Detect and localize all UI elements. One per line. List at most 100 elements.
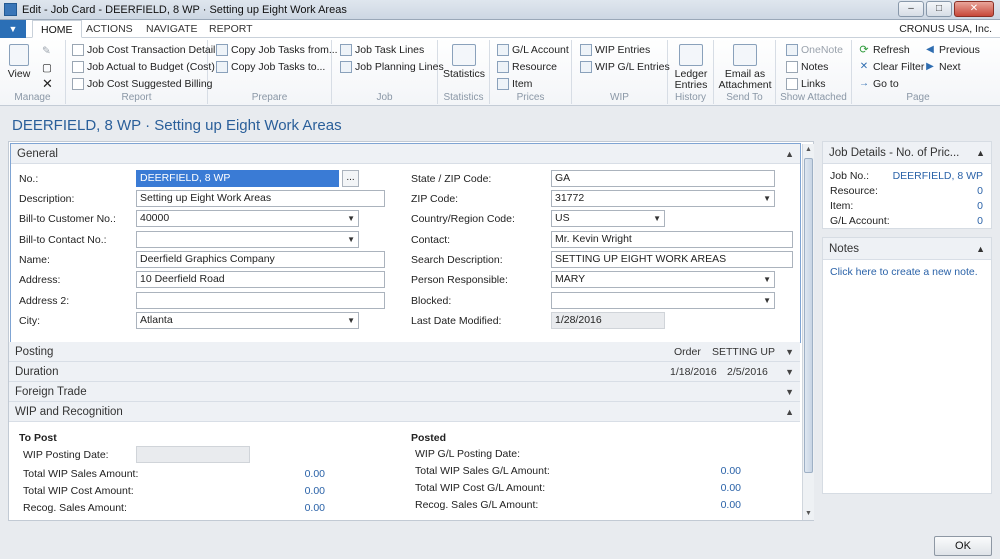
factbox-gl-account-value[interactable]: 0 xyxy=(977,214,983,229)
next-button[interactable]: ▶ Next xyxy=(924,59,960,74)
statistics-button[interactable]: Statistics xyxy=(442,44,486,80)
copy-job-tasks-from-button[interactable]: Copy Job Tasks from... xyxy=(216,42,338,57)
group-manage: View ✎ ▢ ✕ Manage xyxy=(0,40,66,104)
wip-entries-button[interactable]: WIP Entries xyxy=(580,42,650,57)
app-menu-button[interactable]: ▼ xyxy=(0,20,26,38)
recog-sales-gl-label: Recog. Sales G/L Amount: xyxy=(415,499,539,511)
person-responsible-value: MARY xyxy=(555,273,586,285)
scroll-down-icon[interactable]: ▼ xyxy=(803,508,814,520)
factbox-job-no-value[interactable]: DEERFIELD, 8 WP xyxy=(893,169,983,184)
assist-edit-button[interactable]: ... xyxy=(342,170,359,187)
view-button[interactable]: View xyxy=(6,44,32,80)
dropdown-icon[interactable]: ▼ xyxy=(763,293,771,308)
dropdown-icon[interactable]: ▼ xyxy=(347,232,355,247)
delete-icon[interactable]: ✕ xyxy=(42,76,53,91)
scroll-up-icon[interactable]: ▲ xyxy=(803,144,814,156)
foreign-trade-header[interactable]: Foreign Trade ▼ xyxy=(9,382,800,402)
blocked-field[interactable]: ▼ xyxy=(551,292,775,309)
wip-recognition-header[interactable]: WIP and Recognition ▲ xyxy=(9,402,800,422)
job-cost-transaction-detail-button[interactable]: Job Cost Transaction Detail xyxy=(72,42,215,57)
tab-navigate[interactable]: NAVIGATE xyxy=(138,20,206,38)
go-to-button[interactable]: → Go to xyxy=(858,76,899,91)
total-wip-sales-gl-value[interactable]: 0.00 xyxy=(696,465,741,477)
duration-start-date: 1/18/2016 xyxy=(670,366,717,378)
dropdown-icon[interactable]: ▼ xyxy=(763,272,771,287)
total-wip-sales-value[interactable]: 0.00 xyxy=(280,468,325,480)
general-header[interactable]: General ▲ xyxy=(11,144,800,164)
job-cost-suggested-billing-button[interactable]: Job Cost Suggested Billing xyxy=(72,76,213,91)
tab-report[interactable]: REPORT xyxy=(201,20,261,38)
bill-to-customer-label: Bill-to Customer No.: xyxy=(19,213,116,225)
wip-recognition-label: WIP and Recognition xyxy=(15,406,123,418)
bill-to-contact-field[interactable]: ▼ xyxy=(136,231,359,248)
dropdown-icon[interactable]: ▼ xyxy=(347,313,355,328)
job-actual-to-budget-button[interactable]: Job Actual to Budget (Cost) xyxy=(72,59,215,74)
job-planning-lines-button[interactable]: Job Planning Lines xyxy=(340,59,444,74)
scrollbar-thumb[interactable] xyxy=(804,158,813,473)
create-note-link[interactable]: Click here to create a new note. xyxy=(823,260,991,284)
prices-resource-button[interactable]: Resource xyxy=(497,59,557,74)
clear-filter-button[interactable]: ✕ Clear Filter xyxy=(858,59,925,74)
city-field[interactable]: Atlanta ▼ xyxy=(136,312,359,329)
links-button[interactable]: Links xyxy=(786,76,826,91)
duration-header[interactable]: Duration 1/18/2016 2/5/2016 ▼ xyxy=(9,362,800,382)
group-prepare: Copy Job Tasks from... Copy Job Tasks to… xyxy=(208,40,338,104)
factbox-resource-value[interactable]: 0 xyxy=(977,184,983,199)
prices-gl-account-button[interactable]: G/L Account xyxy=(497,42,569,57)
job-details-header[interactable]: Job Details - No. of Pric... ▲ xyxy=(823,142,991,164)
factbox-item-value[interactable]: 0 xyxy=(977,199,983,214)
bill-to-customer-field[interactable]: 40000 ▼ xyxy=(136,210,359,227)
email-as-attachment-button[interactable]: Email as Attachment xyxy=(717,44,773,91)
page-item-label: Clear Filter xyxy=(873,60,925,73)
wip-gl-entries-button[interactable]: WIP G/L Entries xyxy=(580,59,670,74)
report-icon xyxy=(72,43,84,56)
zip-code-field[interactable]: 31772 ▼ xyxy=(551,190,775,207)
total-wip-cost-gl-value[interactable]: 0.00 xyxy=(696,482,741,494)
page-title: DEERFIELD, 8 WP · Setting up Eight Work … xyxy=(12,117,342,134)
to-post-header: To Post xyxy=(19,432,57,444)
tab-actions[interactable]: ACTIONS xyxy=(78,20,141,38)
ledger-entries-button[interactable]: Ledger Entries xyxy=(671,44,711,91)
notes-header[interactable]: Notes ▲ xyxy=(823,238,991,260)
dropdown-icon[interactable]: ▼ xyxy=(763,191,771,206)
recog-sales-gl-value[interactable]: 0.00 xyxy=(696,499,741,511)
dropdown-icon[interactable]: ▼ xyxy=(653,211,661,226)
country-region-field[interactable]: US ▼ xyxy=(551,210,665,227)
expand-icon: ▼ xyxy=(785,347,794,357)
group-history: Ledger Entries History xyxy=(668,40,714,104)
contact-field[interactable]: Mr. Kevin Wright xyxy=(551,231,793,248)
prices-item-button[interactable]: Item xyxy=(497,76,532,91)
description-field[interactable]: Setting up Eight Work Areas xyxy=(136,190,385,207)
onenote-button[interactable]: OneNote xyxy=(786,42,843,57)
bill-to-contact-label: Bill-to Contact No.: xyxy=(19,234,107,246)
person-responsible-field[interactable]: MARY ▼ xyxy=(551,271,775,288)
maximize-button[interactable]: □ xyxy=(926,1,952,17)
tab-home[interactable]: HOME xyxy=(32,20,82,38)
copy-job-tasks-to-button[interactable]: Copy Job Tasks to... xyxy=(216,59,325,74)
notes-button[interactable]: Notes xyxy=(786,59,828,74)
refresh-button[interactable]: ⟳ Refresh xyxy=(858,42,910,57)
vertical-scrollbar[interactable]: ▲ ▼ xyxy=(802,144,814,520)
recog-sales-value[interactable]: 0.00 xyxy=(280,502,325,514)
total-wip-cost-value[interactable]: 0.00 xyxy=(280,485,325,497)
minimize-button[interactable]: – xyxy=(898,1,924,17)
group-label-wip: WIP xyxy=(610,92,629,103)
address-field[interactable]: 10 Deerfield Road xyxy=(136,271,385,288)
search-description-field[interactable]: SETTING UP EIGHT WORK AREAS xyxy=(551,251,793,268)
dropdown-icon[interactable]: ▼ xyxy=(347,211,355,226)
state-field[interactable]: GA xyxy=(551,170,775,187)
previous-button[interactable]: ◀ Previous xyxy=(924,42,980,57)
total-wip-cost-label: Total WIP Cost Amount: xyxy=(23,485,134,497)
price-icon xyxy=(497,43,509,56)
name-field[interactable]: Deerfield Graphics Company xyxy=(136,251,385,268)
ok-button[interactable]: OK xyxy=(934,536,992,556)
address-2-field[interactable] xyxy=(136,292,385,309)
group-send-to: Email as Attachment Send To xyxy=(714,40,776,104)
page-item-label: Refresh xyxy=(873,43,910,56)
edit-icon[interactable]: ✎ xyxy=(42,43,51,58)
posting-header[interactable]: Posting Order SETTING UP ▼ xyxy=(9,342,800,362)
no-field[interactable]: DEERFIELD, 8 WP xyxy=(136,170,339,187)
job-task-lines-button[interactable]: Job Task Lines xyxy=(340,42,424,57)
new-icon[interactable]: ▢ xyxy=(42,60,52,75)
close-button[interactable]: ✕ xyxy=(954,1,994,17)
